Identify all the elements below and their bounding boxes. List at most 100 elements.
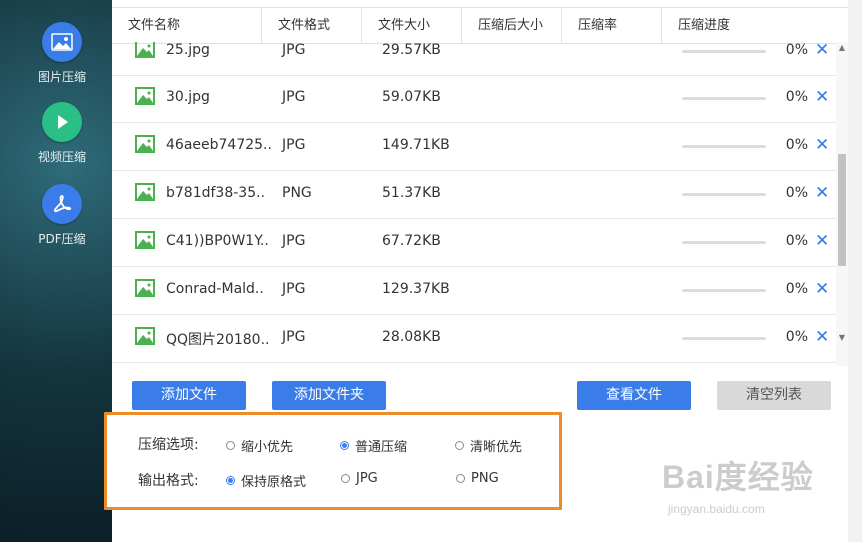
radio-checked-icon xyxy=(226,476,235,485)
table-row[interactable]: Conrad-Mald.. JPG 129.37KB 0% ✕ xyxy=(112,267,836,315)
radio-format-png[interactable]: PNG xyxy=(456,471,499,486)
image-file-icon xyxy=(135,183,155,201)
file-name: 30.jpg xyxy=(166,89,210,105)
progress-percent: 0% xyxy=(785,281,808,297)
progress-bar xyxy=(682,193,766,196)
column-header-name: 文件名称 xyxy=(112,8,262,43)
sidebar: 图片压缩 视频压缩 PDF压缩 xyxy=(0,0,112,542)
table-header: 文件名称 文件格式 文件大小 压缩后大小 压缩率 压缩进度 xyxy=(112,7,848,44)
pdf-icon xyxy=(42,184,82,224)
table-row[interactable]: QQ图片20180.. JPG 28.08KB 0% ✕ xyxy=(112,315,836,363)
radio-label: 清晰优先 xyxy=(470,440,523,455)
delete-icon[interactable]: ✕ xyxy=(815,42,829,60)
radio-icon xyxy=(455,441,464,450)
radio-clarity-first[interactable]: 清晰优先 xyxy=(455,436,522,455)
progress-bar xyxy=(682,145,766,148)
column-header-progress: 压缩进度 xyxy=(678,18,731,33)
delete-icon[interactable]: ✕ xyxy=(815,183,829,203)
file-name: b781df38-35.. xyxy=(166,185,266,201)
progress-bar xyxy=(682,50,766,53)
sidebar-item-image-compress[interactable]: 图片压缩 xyxy=(18,22,106,85)
file-name: 25.jpg xyxy=(166,42,210,58)
delete-icon[interactable]: ✕ xyxy=(815,135,829,155)
radio-label: JPG xyxy=(356,471,378,486)
progress-bar xyxy=(682,97,766,100)
radio-label: 普通压缩 xyxy=(355,440,408,455)
radio-format-jpg[interactable]: JPG xyxy=(341,471,378,486)
table-row[interactable]: 30.jpg JPG 59.07KB 0% ✕ xyxy=(112,75,836,123)
file-size: 67.72KB xyxy=(382,233,441,249)
window-edge xyxy=(848,0,862,542)
delete-icon[interactable]: ✕ xyxy=(815,231,829,251)
image-file-icon xyxy=(135,87,155,105)
table-row[interactable]: C41))BP0W1Y.. JPG 67.72KB 0% ✕ xyxy=(112,219,836,267)
watermark-logo-text: Bai度经验 xyxy=(662,459,814,495)
image-file-icon xyxy=(135,327,155,345)
file-name: C41))BP0W1Y.. xyxy=(166,233,269,249)
file-list: 25.jpg JPG 29.57KB 0% ✕ 30.jpg JPG 59.07… xyxy=(112,42,836,366)
file-format: JPG xyxy=(282,137,306,153)
radio-keep-original-format[interactable]: 保持原格式 xyxy=(226,471,306,490)
progress-percent: 0% xyxy=(785,89,808,105)
file-format: JPG xyxy=(282,329,306,345)
radio-normal-compress[interactable]: 普通压缩 xyxy=(340,436,407,455)
file-size: 129.37KB xyxy=(382,281,450,297)
delete-icon[interactable]: ✕ xyxy=(815,327,829,347)
clear-list-button[interactable]: 清空列表 xyxy=(717,381,831,410)
column-header-ratio: 压缩率 xyxy=(562,8,662,43)
table-row[interactable]: 46aeeb74725.. JPG 149.71KB 0% ✕ xyxy=(112,123,836,171)
file-size: 51.37KB xyxy=(382,185,441,201)
view-files-button[interactable]: 查看文件 xyxy=(577,381,691,410)
sidebar-item-label: 视频压缩 xyxy=(37,150,86,164)
radio-icon xyxy=(226,441,235,450)
file-format: JPG xyxy=(282,281,306,297)
file-format: JPG xyxy=(282,89,306,105)
scroll-up-icon[interactable]: ▲ xyxy=(836,42,848,54)
file-format: PNG xyxy=(282,185,312,201)
file-format: JPG xyxy=(282,42,306,58)
radio-shrink-first[interactable]: 缩小优先 xyxy=(226,436,293,455)
list-scrollbar[interactable]: ▲ ▼ xyxy=(836,42,848,366)
image-file-icon xyxy=(135,42,155,58)
file-name: QQ图片20180.. xyxy=(166,332,270,348)
radio-icon xyxy=(341,474,350,483)
add-file-button[interactable]: 添加文件 xyxy=(132,381,246,410)
sidebar-item-label: 图片压缩 xyxy=(37,70,86,84)
watermark: Bai度经验 jingyan.baidu.com xyxy=(662,452,814,516)
image-file-icon xyxy=(135,231,155,249)
progress-percent: 0% xyxy=(785,137,808,153)
sidebar-item-pdf-compress[interactable]: PDF压缩 xyxy=(18,184,106,247)
delete-icon[interactable]: ✕ xyxy=(815,279,829,299)
scroll-down-icon[interactable]: ▼ xyxy=(836,332,848,344)
sidebar-item-label: PDF压缩 xyxy=(38,232,86,246)
file-size: 149.71KB xyxy=(382,137,450,153)
column-header-compressed-size: 压缩后大小 xyxy=(462,8,562,43)
radio-label: 保持原格式 xyxy=(241,475,307,490)
file-size: 28.08KB xyxy=(382,329,441,345)
add-folder-button[interactable]: 添加文件夹 xyxy=(272,381,386,410)
play-icon xyxy=(42,102,82,142)
file-size: 59.07KB xyxy=(382,89,441,105)
file-name: 46aeeb74725.. xyxy=(166,137,272,153)
delete-icon[interactable]: ✕ xyxy=(815,87,829,107)
progress-percent: 0% xyxy=(785,42,808,58)
image-file-icon xyxy=(135,279,155,297)
table-row[interactable]: b781df38-35.. PNG 51.37KB 0% ✕ xyxy=(112,171,836,219)
progress-percent: 0% xyxy=(785,233,808,249)
file-name: Conrad-Mald.. xyxy=(166,281,264,297)
column-header-format: 文件格式 xyxy=(262,8,362,43)
image-icon xyxy=(42,22,82,62)
file-format: JPG xyxy=(282,233,306,249)
compression-options-panel: 压缩选项: 缩小优先 普通压缩 清晰优先 输出格式: 保持原格式 JPG PNG xyxy=(104,412,562,510)
radio-label: 缩小优先 xyxy=(241,440,294,455)
table-row[interactable]: 25.jpg JPG 29.57KB 0% ✕ xyxy=(112,42,836,76)
output-format-label: 输出格式: xyxy=(138,473,199,489)
sidebar-item-video-compress[interactable]: 视频压缩 xyxy=(18,102,106,165)
progress-percent: 0% xyxy=(785,329,808,345)
file-size: 29.57KB xyxy=(382,42,441,58)
radio-icon xyxy=(456,474,465,483)
scrollbar-thumb[interactable] xyxy=(838,154,846,266)
progress-bar xyxy=(682,337,766,340)
image-file-icon xyxy=(135,135,155,153)
progress-percent: 0% xyxy=(785,185,808,201)
